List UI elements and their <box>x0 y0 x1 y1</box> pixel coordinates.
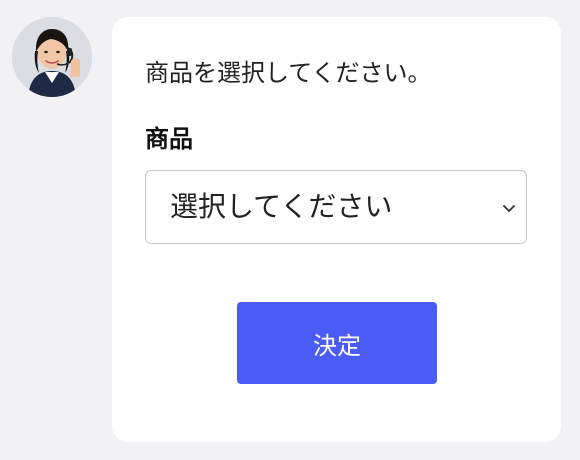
bot-message-text: 商品を選択してください。 <box>145 59 432 87</box>
chevron-down-icon <box>500 199 518 217</box>
product-select[interactable]: 選択してください <box>145 170 527 244</box>
submit-button[interactable]: 決定 <box>237 302 437 384</box>
product-select-value: 選択してください <box>170 190 393 223</box>
chat-message-card: 商品を選択してください。 商品 選択してください 決定 <box>112 17 561 442</box>
agent-avatar-icon <box>12 17 92 97</box>
product-field-label: 商品 <box>145 125 193 153</box>
chat-page: 商品を選択してください。 商品 選択してください 決定 <box>0 0 580 460</box>
